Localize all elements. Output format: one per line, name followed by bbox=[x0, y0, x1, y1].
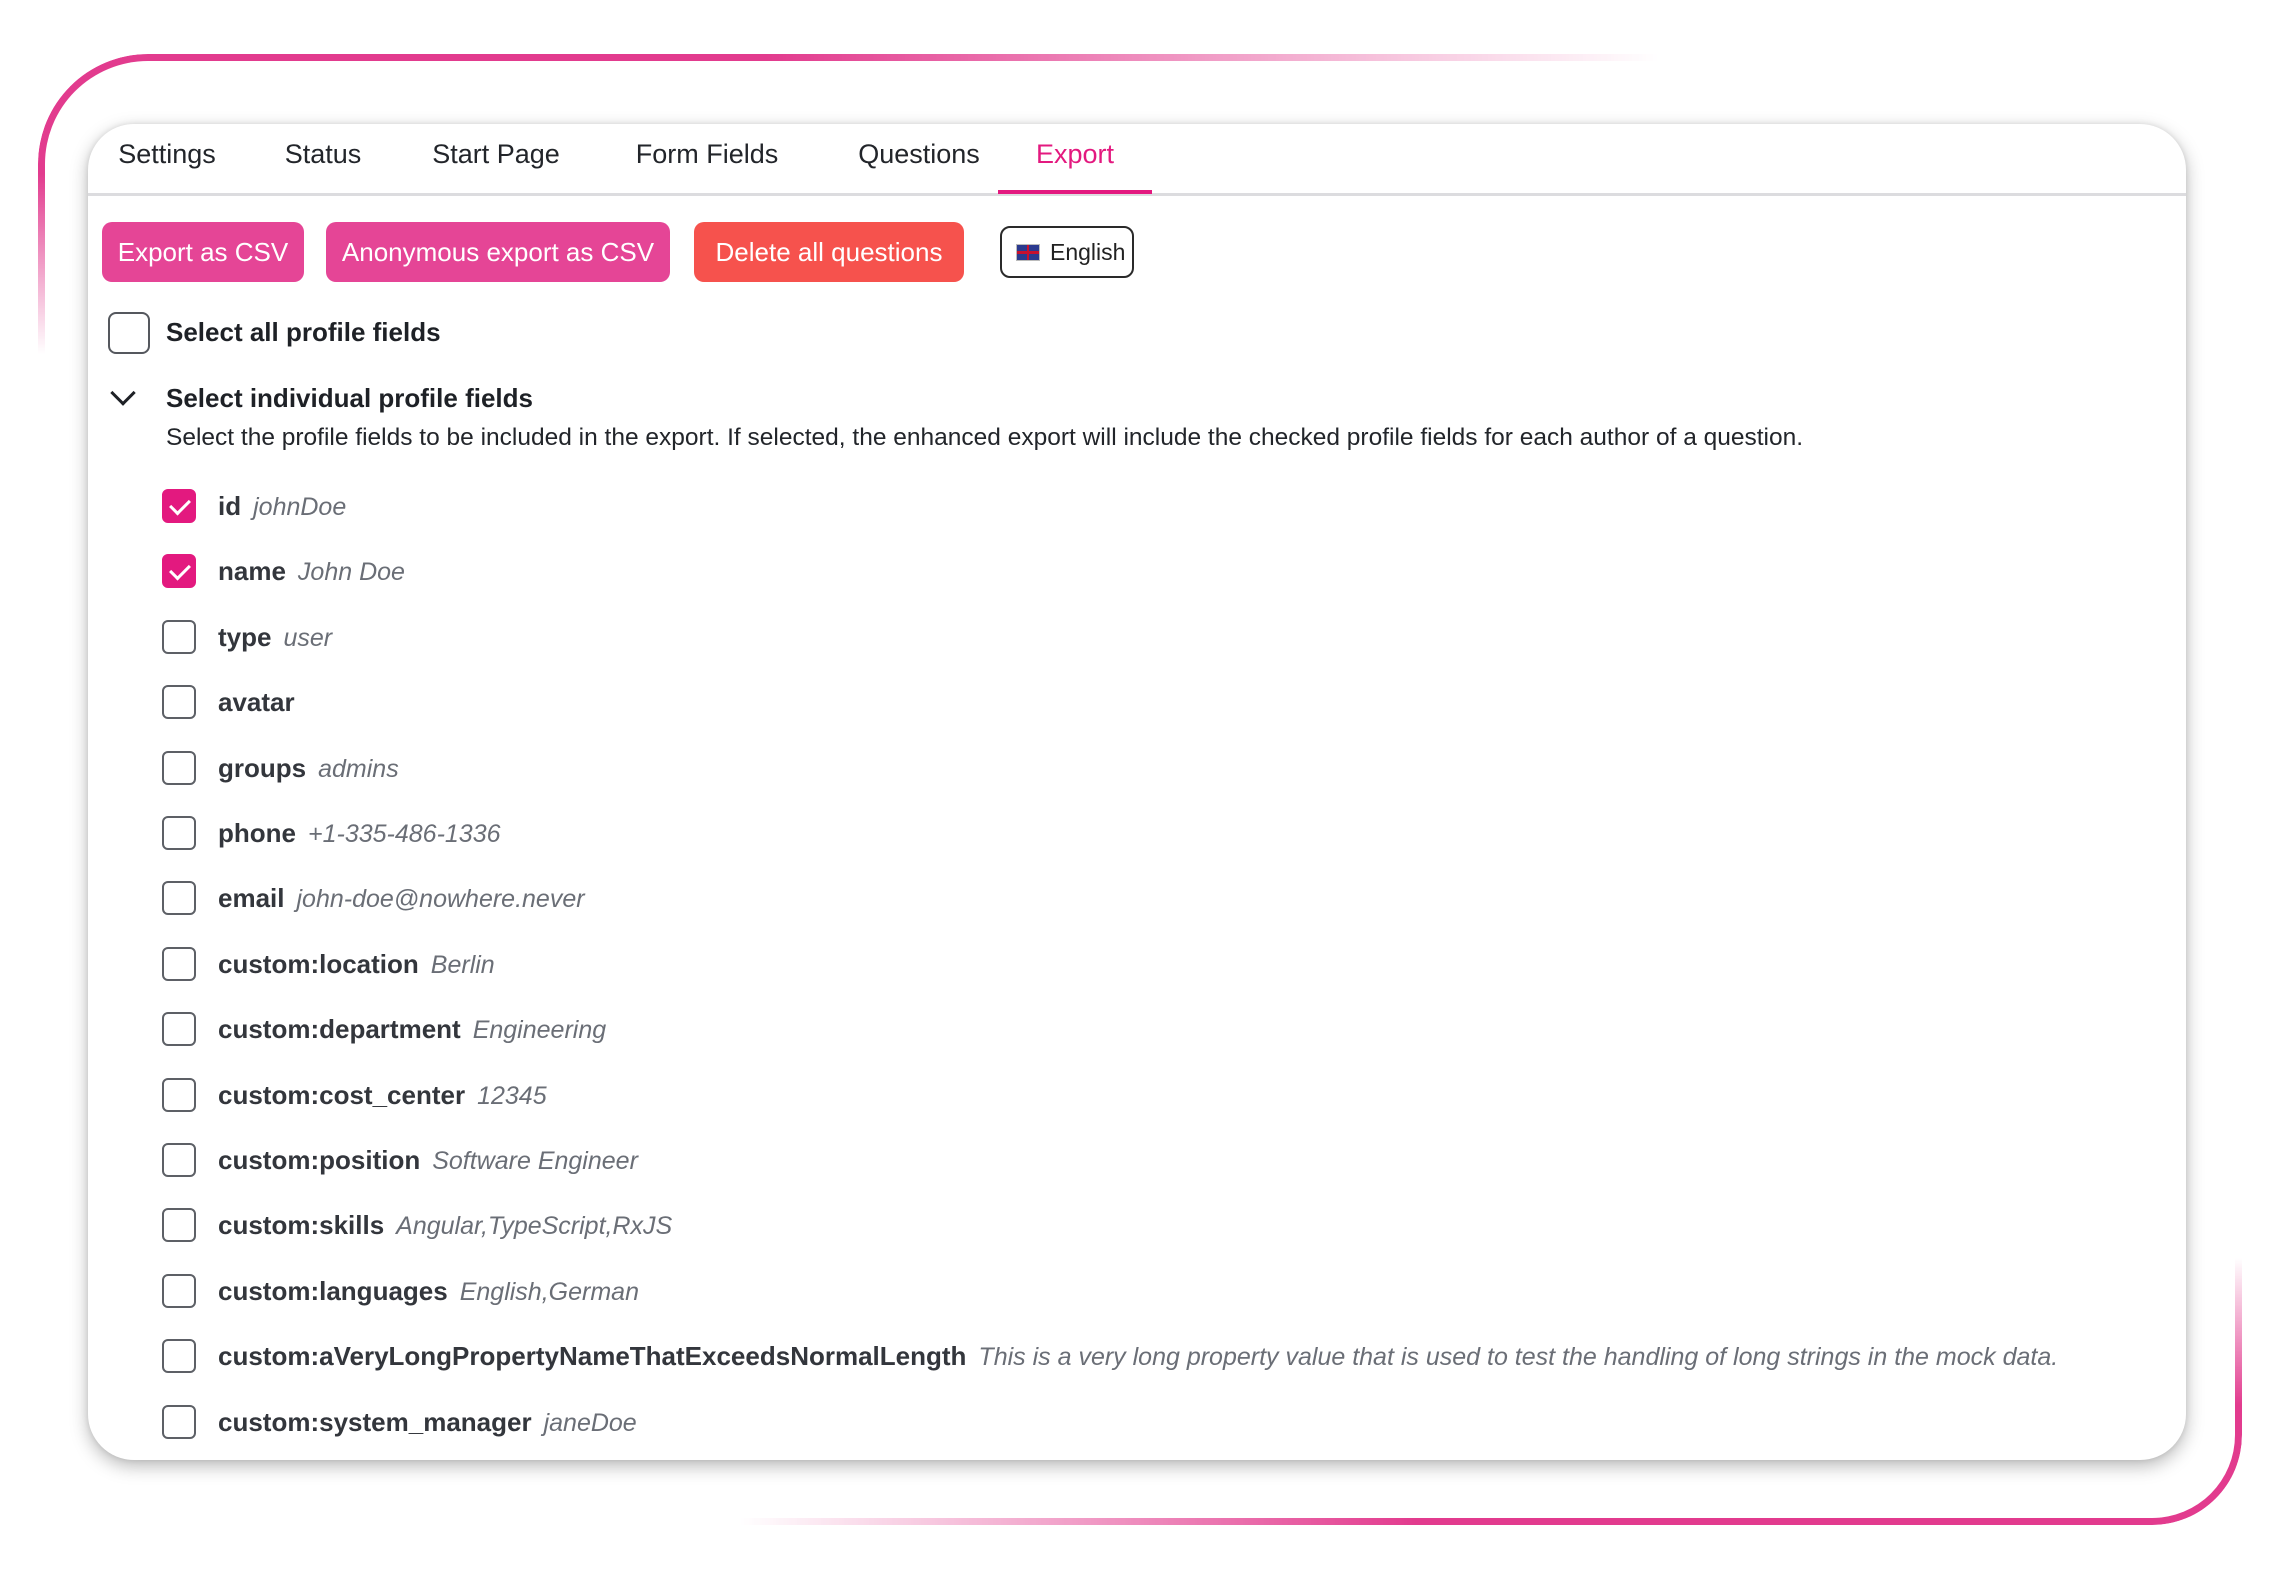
profile-field-checkbox[interactable] bbox=[162, 1339, 196, 1374]
profile-field-name: id bbox=[218, 491, 242, 521]
profile-field-name: email bbox=[218, 883, 285, 914]
profile-field-name: custom:aVeryLongPropertyNameThatExceedsN… bbox=[218, 1341, 967, 1372]
profile-field-label[interactable]: custom:skills Angular,TypeScript,RxJS bbox=[218, 1210, 672, 1241]
profile-field-label[interactable]: avatar bbox=[218, 687, 307, 718]
profile-field-sample-value: This is a very long property value that … bbox=[978, 1343, 2059, 1372]
language-label: English bbox=[1050, 239, 1126, 265]
delete-all-questions-button[interactable]: Delete all questions bbox=[694, 222, 964, 282]
profile-field-name: custom:skills bbox=[218, 1210, 385, 1241]
tab-bar: Settings Status Start Page Form Fields Q… bbox=[88, 124, 2186, 196]
profile-field-name: avatar bbox=[218, 687, 295, 718]
tab-status[interactable]: Status bbox=[278, 136, 368, 194]
profile-field-label[interactable]: phone +1-335-486-1336 bbox=[218, 818, 501, 849]
profile-field-label[interactable]: type user bbox=[218, 622, 332, 653]
profile-field-label[interactable]: id johnDoe bbox=[218, 491, 346, 522]
profile-field-sample-value: janeDoe bbox=[543, 1408, 637, 1437]
profile-field-sample-value: john-doe@nowhere.never bbox=[296, 885, 585, 914]
profile-field-checkbox[interactable] bbox=[162, 1404, 196, 1439]
profile-field-checkbox[interactable] bbox=[162, 685, 196, 720]
profile-field-sample-value: Berlin bbox=[430, 950, 495, 979]
profile-field-label[interactable]: custom:aVeryLongPropertyNameThatExceedsN… bbox=[218, 1341, 2058, 1372]
profile-field-sample-value: Engineering bbox=[472, 1016, 607, 1045]
select-all-label: Select all profile fields bbox=[166, 317, 441, 347]
profile-field-checkbox[interactable] bbox=[162, 619, 196, 654]
tab-form-fields[interactable]: Form Fields bbox=[628, 136, 786, 194]
chevron-down-icon[interactable] bbox=[110, 380, 136, 406]
profile-field-name: custom:system_manager bbox=[218, 1406, 532, 1437]
individual-fields-title[interactable]: Select individual profile fields bbox=[166, 383, 533, 414]
uk-flag-icon bbox=[1016, 244, 1040, 261]
profile-field-checkbox[interactable] bbox=[162, 489, 196, 523]
profile-field-sample-value: English,German bbox=[459, 1277, 639, 1306]
profile-field-checkbox[interactable] bbox=[162, 946, 196, 981]
profile-field-sample-value: admins bbox=[318, 754, 399, 783]
profile-field-label[interactable]: custom:system_manager janeDoe bbox=[218, 1407, 637, 1438]
profile-field-sample-value: user bbox=[283, 623, 333, 652]
profile-field-name: name bbox=[218, 556, 286, 587]
profile-field-checkbox[interactable] bbox=[162, 816, 196, 850]
profile-field-name: phone bbox=[218, 818, 296, 848]
profile-field-checkbox[interactable] bbox=[162, 881, 196, 916]
export-panel: Settings Status Start Page Form Fields Q… bbox=[88, 124, 2186, 1460]
profile-field-checkbox[interactable] bbox=[162, 1012, 196, 1047]
profile-field-name: type bbox=[218, 621, 272, 652]
individual-fields-description: Select the profile fields to be included… bbox=[166, 424, 1804, 451]
profile-field-sample-value: 12345 bbox=[477, 1081, 547, 1110]
tab-settings[interactable]: Settings bbox=[114, 136, 220, 194]
profile-field-sample-value: Angular,TypeScript,RxJS bbox=[396, 1212, 673, 1241]
profile-field-checkbox[interactable] bbox=[162, 1273, 196, 1308]
profile-field-name: custom:cost_center bbox=[218, 1079, 466, 1110]
profile-field-checkbox[interactable] bbox=[162, 1077, 196, 1112]
profile-field-sample-value: johnDoe bbox=[253, 493, 347, 521]
profile-field-name: groups bbox=[218, 752, 307, 783]
profile-field-checkbox[interactable] bbox=[162, 554, 196, 589]
profile-field-name: custom:location bbox=[218, 948, 419, 979]
profile-field-label[interactable]: custom:languages English,German bbox=[218, 1276, 639, 1307]
profile-field-sample-value: Software Engineer bbox=[432, 1147, 638, 1175]
profile-field-label[interactable]: custom:location Berlin bbox=[218, 949, 495, 980]
anonymous-export-csv-button[interactable]: Anonymous export as CSV bbox=[326, 222, 670, 282]
profile-field-label[interactable]: groups admins bbox=[218, 753, 399, 784]
tab-export[interactable]: Export bbox=[998, 136, 1152, 194]
profile-field-label[interactable]: custom:position Software Engineer bbox=[218, 1145, 638, 1176]
profile-field-label[interactable]: custom:department Engineering bbox=[218, 1014, 606, 1045]
profile-field-name: custom:languages bbox=[218, 1275, 448, 1306]
profile-field-sample-value: +1-335-486-1336 bbox=[308, 820, 501, 848]
profile-field-checkbox[interactable] bbox=[162, 750, 196, 785]
profile-field-checkbox[interactable] bbox=[162, 1143, 196, 1177]
profile-field-sample-value: John Doe bbox=[297, 558, 405, 587]
profile-field-label[interactable]: custom:cost_center 12345 bbox=[218, 1080, 547, 1111]
profile-field-checkbox[interactable] bbox=[162, 1208, 196, 1243]
profile-field-label[interactable]: email john-doe@nowhere.never bbox=[218, 883, 585, 914]
language-selector[interactable]: English bbox=[1000, 226, 1134, 278]
tab-start-page[interactable]: Start Page bbox=[430, 136, 562, 194]
profile-field-name: custom:position bbox=[218, 1145, 421, 1175]
export-csv-button[interactable]: Export as CSV bbox=[102, 222, 304, 282]
profile-field-label[interactable]: name John Doe bbox=[218, 556, 405, 587]
select-all-checkbox[interactable] bbox=[108, 312, 150, 354]
profile-field-name: custom:department bbox=[218, 1014, 461, 1045]
tab-questions[interactable]: Questions bbox=[850, 136, 988, 194]
